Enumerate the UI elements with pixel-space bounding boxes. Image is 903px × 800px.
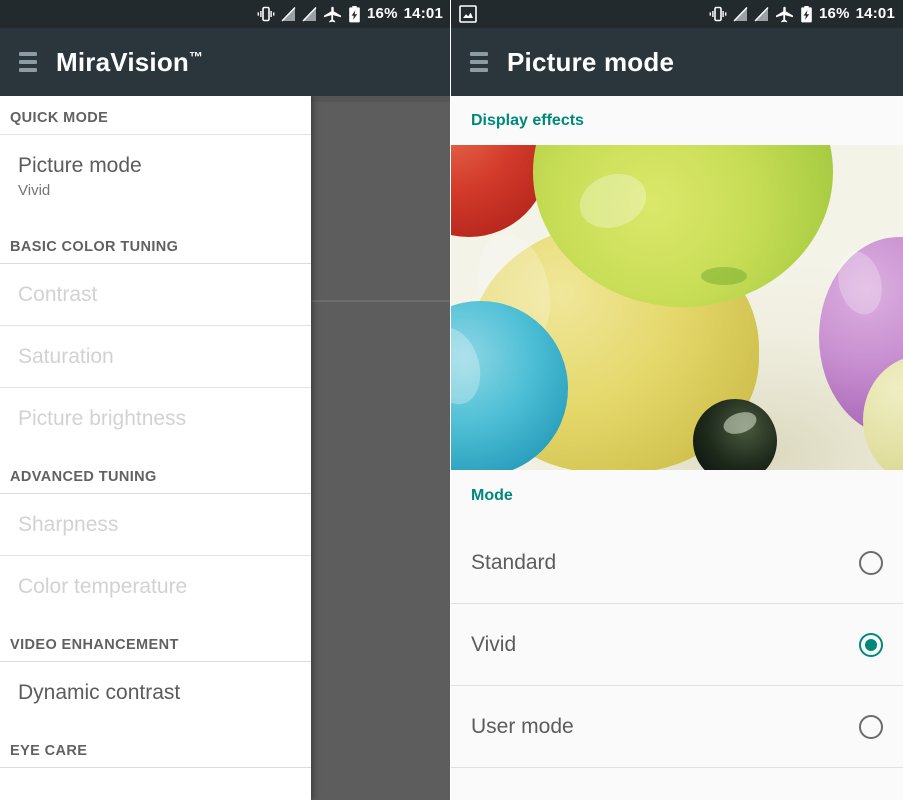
drawer-section-header-quick-mode: QUICK MODE <box>10 110 109 126</box>
status-bar-notification-icons <box>459 5 477 23</box>
left-app-bar: MiraVision™ <box>0 28 451 96</box>
mode-option-user-mode[interactable]: User mode <box>451 686 903 767</box>
mode-section-label: Mode <box>471 487 513 504</box>
left-app-bar-title: MiraVision™ <box>56 47 203 78</box>
radio-button-standard[interactable] <box>859 550 883 575</box>
radio-button-user-mode[interactable] <box>859 714 883 739</box>
drawer-item-title: Picture brightness <box>18 406 187 430</box>
mode-option-label: User mode <box>471 714 574 738</box>
drawer-item-color-temperature[interactable]: Color temperature <box>0 556 311 617</box>
battery-charging-icon <box>800 5 813 23</box>
no-sim-2-icon <box>302 6 317 22</box>
right-pane: Display effects Mode Standard Vivid User… <box>451 0 903 800</box>
radio-button-vivid[interactable] <box>859 632 883 657</box>
right-app-bar: Picture mode <box>451 28 903 96</box>
clock-label: 14:01 <box>403 5 443 22</box>
vibrate-icon <box>257 6 275 22</box>
right-app-bar-title: Picture mode <box>507 46 675 77</box>
no-sim-2-icon <box>754 6 769 22</box>
hamburger-menu-icon[interactable] <box>0 28 56 96</box>
image-notification-icon <box>459 5 477 23</box>
status-bar-system-icons: 16% 14:01 <box>257 0 443 28</box>
drawer-section-header-basic-color-tuning: BASIC COLOR TUNING <box>10 239 179 255</box>
preview-shadow <box>701 267 747 285</box>
battery-percent-label: 16% <box>819 5 850 22</box>
picture-mode-content: Display effects Mode Standard Vivid User… <box>451 96 903 800</box>
drawer-item-subtitle: Vivid <box>18 182 51 199</box>
vibrate-icon <box>709 6 727 22</box>
divider <box>0 767 311 768</box>
navigation-drawer[interactable]: QUICK MODE Picture mode Vivid BASIC COLO… <box>0 96 311 800</box>
app-title-text: MiraVision <box>56 46 190 77</box>
drawer-item-title: Sharpness <box>18 512 119 536</box>
drawer-item-title: Saturation <box>18 344 114 368</box>
battery-percent-label: 16% <box>367 5 398 22</box>
drawer-item-picture-brightness[interactable]: Picture brightness <box>0 388 311 449</box>
no-sim-1-icon <box>733 6 748 22</box>
divider <box>451 767 903 768</box>
picture-preview-image[interactable] <box>451 145 903 470</box>
right-status-bar: 16% 14:01 <box>451 0 903 28</box>
drawer-item-dynamic-contrast[interactable]: Dynamic contrast <box>0 662 311 723</box>
drawer-item-title: Color temperature <box>18 574 188 598</box>
battery-charging-icon <box>348 5 361 23</box>
status-bar-system-icons: 16% 14:01 <box>709 0 895 28</box>
left-pane: hance allows for ty feedback, or users t… <box>0 0 451 800</box>
drawer-item-sharpness[interactable]: Sharpness <box>0 494 311 555</box>
pane-separator <box>450 0 451 800</box>
hamburger-menu-icon[interactable] <box>451 28 507 96</box>
mode-option-standard[interactable]: Standard <box>451 522 903 603</box>
drawer-section-header-video-enhancement: VIDEO ENHANCEMENT <box>10 637 179 653</box>
mode-option-label: Standard <box>471 550 557 574</box>
drawer-item-title: Picture mode <box>18 154 142 177</box>
drawer-item-picture-mode[interactable]: Picture mode Vivid <box>0 135 311 219</box>
trademark-symbol: ™ <box>189 47 204 64</box>
clock-label: 14:01 <box>855 5 895 22</box>
drawer-scroll-container[interactable]: QUICK MODE Picture mode Vivid BASIC COLO… <box>0 96 311 768</box>
drawer-item-contrast[interactable]: Contrast <box>0 264 311 325</box>
drawer-item-title: Dynamic contrast <box>18 680 181 704</box>
drawer-item-saturation[interactable]: Saturation <box>0 326 311 387</box>
no-sim-1-icon <box>281 6 296 22</box>
drawer-item-title: Contrast <box>18 282 98 306</box>
mode-option-label: Vivid <box>471 632 517 656</box>
display-effects-section-label: Display effects <box>471 111 584 129</box>
airplane-mode-icon <box>775 6 794 23</box>
drawer-section-header-advanced-tuning: ADVANCED TUNING <box>10 469 157 485</box>
mode-option-vivid[interactable]: Vivid <box>451 604 903 685</box>
drawer-section-header-eye-care: EYE CARE <box>10 743 88 759</box>
screen-root: hance allows for ty feedback, or users t… <box>0 0 903 800</box>
left-status-bar: 16% 14:01 <box>0 0 451 28</box>
airplane-mode-icon <box>323 6 342 23</box>
